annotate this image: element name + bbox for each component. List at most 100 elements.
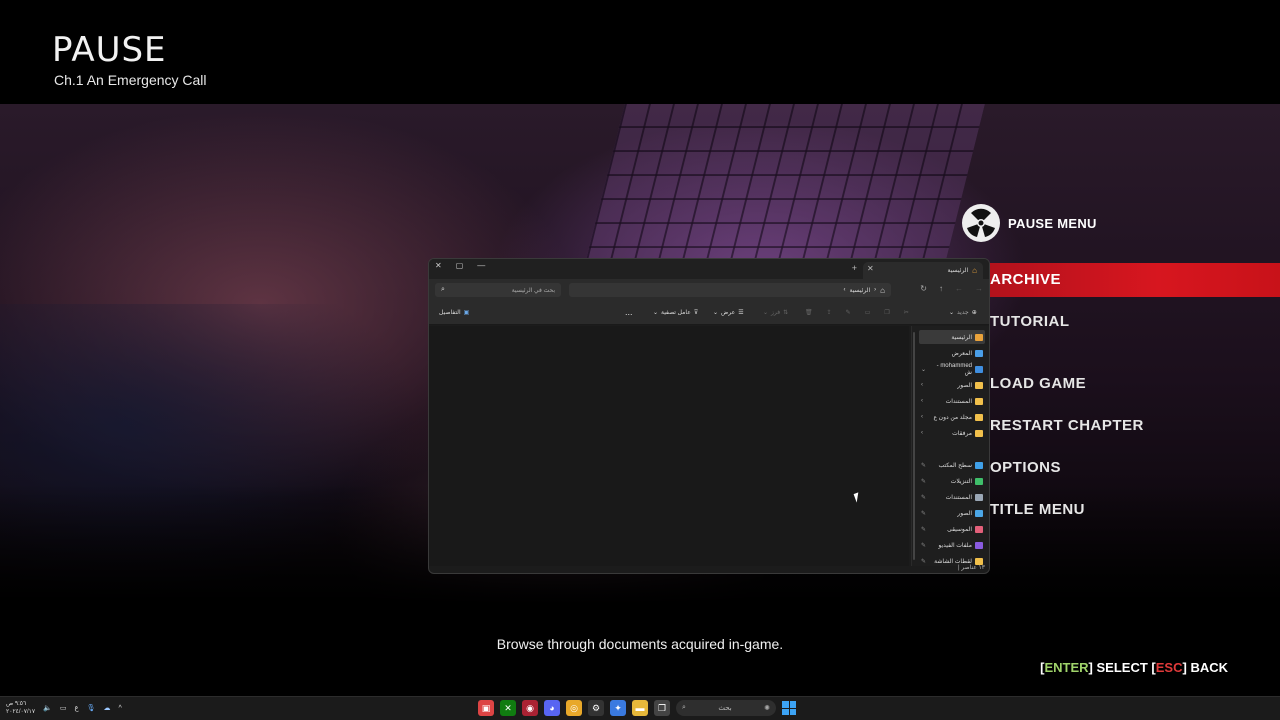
steam-icon[interactable]: ⚙ <box>588 700 604 716</box>
menu-item-load-game[interactable]: LOAD GAME <box>990 367 1086 401</box>
file-explorer-window[interactable]: ✕ ▢ — + ✕ الرئيسية ⌂ ⌕ بحث في الرئيسية ‹… <box>428 258 990 574</box>
control-hints: [ENTER] SELECT [ESC] BACK <box>1040 660 1228 675</box>
chevron-icon[interactable]: › <box>921 414 923 420</box>
clock[interactable]: ٩:٥٦ ص ٢٠٢٤/٠٧/١٧ <box>6 700 35 716</box>
sidebar-item-label: المستندات <box>945 494 972 501</box>
pin-icon: ✎ <box>921 558 927 565</box>
path-input[interactable]: ‹ الرئيسية › ⌂ <box>569 283 891 297</box>
sidebar-item[interactable]: سطح المكتب ✎ <box>919 458 985 472</box>
pin-icon: ✎ <box>921 510 927 517</box>
add-icon: ⊕ <box>971 310 977 316</box>
paste-icon[interactable]: ▭ <box>865 309 871 316</box>
select-hint: SELECT <box>1096 660 1148 675</box>
taskbar-search[interactable]: ⌕ بحث ✺ <box>676 700 776 716</box>
sidebar-item[interactable]: الصور › <box>919 378 985 392</box>
sidebar-item[interactable]: الرئيسية <box>919 330 985 344</box>
system-tray: ٩:٥٦ ص ٢٠٢٤/٠٧/١٧ 🔈 ▭ ع 🎙 ☁ ^ <box>6 700 122 716</box>
sidebar-item[interactable]: المستندات ✎ <box>919 490 985 504</box>
taskbar: ٩:٥٦ ص ٢٠٢٤/٠٧/١٧ 🔈 ▭ ع 🎙 ☁ ^ ▣ ✕ ◉ ◕ ◎ … <box>0 696 1280 720</box>
menu-item-options[interactable]: OPTIONS <box>990 451 1061 485</box>
title-bar: ✕ ▢ — + ✕ الرئيسية ⌂ <box>429 259 989 279</box>
cut-icon[interactable]: ✂ <box>904 309 909 316</box>
tab-close-icon[interactable]: ✕ <box>867 264 874 273</box>
copilot-icon[interactable]: ✦ <box>610 700 626 716</box>
sidebar-item[interactable]: ملفات الفيديو ✎ <box>919 538 985 552</box>
sidebar-item-label: mohammed - ش <box>936 362 972 376</box>
forward-icon[interactable]: ← <box>955 284 963 293</box>
microphone-icon[interactable]: 🎙 <box>87 704 96 712</box>
path-segment[interactable]: الرئيسية <box>849 287 870 294</box>
task-view-icon[interactable]: ❐ <box>654 700 670 716</box>
share-icon[interactable]: ⇪ <box>827 309 832 316</box>
pin-icon: ✎ <box>921 526 927 533</box>
back-icon[interactable]: → <box>975 284 983 293</box>
folder-icon <box>975 429 983 437</box>
sort-button[interactable]: ⌄ فرز ⇅ <box>763 309 788 316</box>
start-icon[interactable] <box>782 701 796 715</box>
minimize-icon[interactable]: — <box>477 261 485 270</box>
home-icon[interactable]: ⌂ <box>880 286 885 295</box>
chevron-up-icon[interactable]: ^ <box>119 705 122 712</box>
up-icon[interactable]: ↑ <box>939 284 943 293</box>
view-label: عرض <box>721 310 736 316</box>
cloud-icon <box>975 365 983 373</box>
chevron-icon[interactable]: › <box>921 430 923 436</box>
desktop-icon <box>975 461 983 469</box>
filter-icon: ⊽ <box>693 310 699 316</box>
menu-item-restart-chapter[interactable]: RESTART CHAPTER <box>990 409 1144 443</box>
view-button[interactable]: ⌄ عرض ☰ <box>713 309 744 316</box>
chapter-title: Ch.1 An Emergency Call <box>54 72 207 88</box>
scrollbar[interactable] <box>913 332 915 560</box>
pictures-icon <box>975 509 983 517</box>
more-options-button[interactable]: ... <box>625 307 633 317</box>
xbox-icon[interactable]: ✕ <box>500 700 516 716</box>
maximize-icon[interactable]: ▢ <box>456 261 464 270</box>
documents-icon <box>975 493 983 501</box>
game-launcher-icon[interactable]: ◉ <box>522 700 538 716</box>
network-icon[interactable]: ▭ <box>60 704 67 712</box>
window-controls: ✕ ▢ — <box>435 261 485 270</box>
chevron-icon[interactable]: › <box>921 398 923 404</box>
filter-button[interactable]: ⌄ عامل تصفية ⊽ <box>653 309 698 316</box>
enter-key: ENTER <box>1044 660 1089 675</box>
sidebar-item[interactable]: الصور ✎ <box>919 506 985 520</box>
back-hint: BACK <box>1190 660 1228 675</box>
sort-icon: ⇅ <box>783 310 789 316</box>
discord-icon[interactable]: ◕ <box>544 700 560 716</box>
onedrive-icon[interactable]: ☁ <box>104 704 111 712</box>
search-input[interactable]: ⌕ بحث في الرئيسية <box>435 283 561 297</box>
copy-icon[interactable]: ❐ <box>884 309 889 316</box>
sidebar-item[interactable]: mohammed - ش ⌄ <box>919 362 985 376</box>
details-button[interactable]: التفاصيل ▣ <box>439 309 469 316</box>
menu-item-archive[interactable]: ARCHIVE <box>975 263 1280 297</box>
file-explorer-icon[interactable]: ▬ <box>632 700 648 716</box>
app-icon[interactable]: ▣ <box>478 700 494 716</box>
sidebar-item-label: مجلد من دون ع <box>933 414 972 421</box>
close-icon[interactable]: ✕ <box>435 261 442 270</box>
chevron-icon[interactable]: › <box>921 382 923 388</box>
chrome-icon[interactable]: ◎ <box>566 700 582 716</box>
sidebar-item[interactable]: المستندات › <box>919 394 985 408</box>
chevron-left-icon: ‹ <box>843 287 846 293</box>
new-button[interactable]: ⌄ جديد ⊕ <box>949 309 977 316</box>
refresh-icon[interactable]: ↻ <box>920 284 927 293</box>
radiation-icon <box>962 204 1000 242</box>
sidebar-item[interactable]: التنزيلات ✎ <box>919 474 985 488</box>
chevron-icon[interactable]: ⌄ <box>921 366 926 373</box>
language-indicator[interactable]: ع <box>74 704 78 712</box>
sidebar-item[interactable]: مرفقات › <box>919 426 985 440</box>
new-tab-icon[interactable]: + <box>852 263 857 273</box>
sidebar-item[interactable]: مجلد من دون ع › <box>919 410 985 424</box>
rename-icon[interactable]: ✎ <box>846 309 851 316</box>
sidebar-item-label: المعرض <box>951 350 972 357</box>
clock-time: ٩:٥٦ ص <box>6 701 27 707</box>
delete-icon[interactable]: 🗑 <box>805 309 813 316</box>
tab-home[interactable]: ✕ الرئيسية ⌂ <box>863 262 983 279</box>
menu-item-title-menu[interactable]: TITLE MENU <box>990 493 1085 527</box>
sidebar-item[interactable]: المعرض <box>919 346 985 360</box>
menu-item-tutorial[interactable]: TUTORIAL <box>990 305 1070 339</box>
item-count: ١٣ عناصر <box>961 565 985 571</box>
volume-icon[interactable]: 🔈 <box>43 704 52 712</box>
file-list-area[interactable] <box>429 326 909 566</box>
sidebar-item[interactable]: الموسيقى ✎ <box>919 522 985 536</box>
